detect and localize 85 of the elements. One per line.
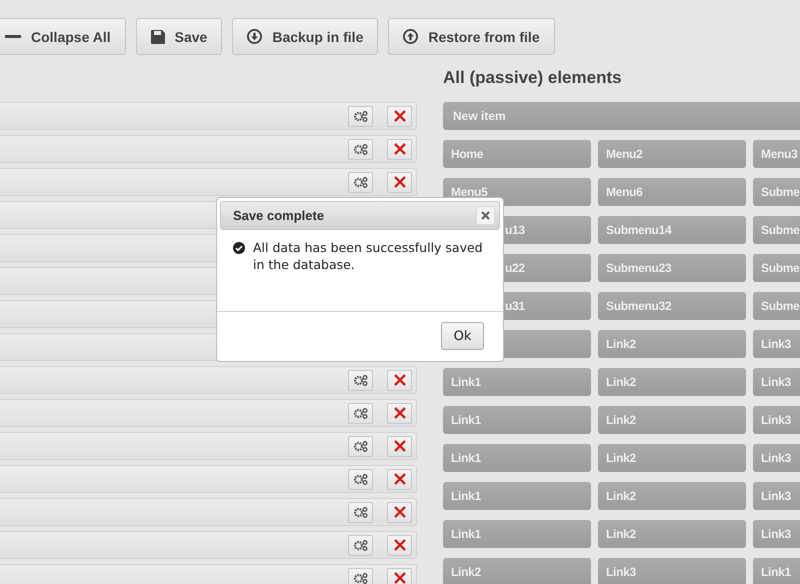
element-tile[interactable]: Subme bbox=[753, 216, 800, 244]
settings-button[interactable] bbox=[348, 468, 373, 490]
element-tile[interactable]: Submenu32 bbox=[598, 292, 746, 320]
gears-icon bbox=[354, 572, 368, 584]
element-tile[interactable]: Link3 bbox=[753, 330, 800, 358]
element-tile[interactable]: Link3 bbox=[753, 482, 800, 510]
toolbar-button[interactable]: Backup in file bbox=[232, 18, 378, 55]
element-tile[interactable]: Link2 bbox=[443, 558, 591, 584]
check-circle-icon bbox=[233, 242, 245, 254]
element-tile[interactable]: Link3 bbox=[753, 406, 800, 434]
new-item-element[interactable]: New item bbox=[443, 102, 800, 130]
element-tile[interactable]: Link2 bbox=[598, 520, 746, 548]
element-tile[interactable]: Subme bbox=[753, 292, 800, 320]
element-tile[interactable]: Link3 bbox=[753, 444, 800, 472]
gears-icon bbox=[354, 144, 368, 154]
gears-icon bbox=[354, 110, 368, 122]
close-icon bbox=[394, 110, 406, 122]
gears-icon bbox=[354, 408, 368, 418]
element-tile[interactable]: Link2 bbox=[598, 444, 746, 472]
element-tile[interactable]: Link1 bbox=[443, 368, 591, 396]
delete-button[interactable] bbox=[387, 502, 412, 522]
element-tile[interactable]: Menu6 bbox=[598, 178, 746, 206]
element-tile[interactable]: Link1 bbox=[443, 520, 591, 548]
settings-button[interactable] bbox=[348, 568, 373, 584]
delete-button[interactable] bbox=[387, 370, 412, 390]
gears-icon bbox=[354, 540, 368, 550]
element-tile[interactable]: Menu2 bbox=[598, 140, 746, 168]
element-tile[interactable]: Subme bbox=[753, 254, 800, 282]
gears-icon bbox=[354, 440, 368, 452]
toolbar-button[interactable]: Save bbox=[136, 18, 222, 55]
settings-button[interactable] bbox=[348, 106, 373, 126]
close-button[interactable] bbox=[476, 206, 495, 225]
element-tile[interactable]: Link2 bbox=[598, 406, 746, 434]
close-icon bbox=[394, 473, 406, 485]
delete-button[interactable] bbox=[387, 138, 412, 160]
gears-icon bbox=[354, 474, 368, 484]
dialog-title: Save complete bbox=[233, 208, 324, 223]
element-tile[interactable]: Menu3 bbox=[753, 140, 800, 168]
settings-button[interactable] bbox=[348, 402, 373, 424]
settings-button[interactable] bbox=[348, 534, 373, 556]
close-icon bbox=[394, 176, 406, 188]
delete-button[interactable] bbox=[387, 534, 412, 556]
delete-button[interactable] bbox=[387, 468, 412, 490]
up-arrow-circle-icon bbox=[403, 29, 418, 44]
delete-button[interactable] bbox=[387, 402, 412, 424]
element-tile[interactable]: Submenu14 bbox=[598, 216, 746, 244]
settings-button[interactable] bbox=[348, 172, 373, 192]
toolbar-button[interactable]: Restore from file bbox=[388, 18, 555, 55]
settings-button[interactable] bbox=[348, 370, 373, 390]
down-arrow-circle-icon bbox=[247, 29, 262, 44]
close-icon bbox=[394, 143, 406, 155]
minus-icon bbox=[5, 34, 21, 38]
close-icon bbox=[394, 506, 406, 518]
gears-icon bbox=[354, 506, 368, 518]
gears-icon bbox=[354, 176, 368, 188]
settings-button[interactable] bbox=[348, 138, 373, 160]
element-tile[interactable]: Link3 bbox=[753, 520, 800, 548]
element-tile[interactable]: Link3 bbox=[753, 368, 800, 396]
element-tile[interactable]: Subme bbox=[753, 178, 800, 206]
element-tile[interactable]: Home bbox=[443, 140, 591, 168]
element-tile[interactable]: Link1 bbox=[443, 406, 591, 434]
section-heading: All (passive) elements bbox=[443, 68, 623, 88]
element-tile[interactable]: Submenu23 bbox=[598, 254, 746, 282]
element-tile[interactable]: Link3 bbox=[598, 558, 746, 584]
close-icon bbox=[481, 211, 490, 220]
delete-button[interactable] bbox=[387, 106, 412, 126]
element-tile[interactable]: Link1 bbox=[753, 558, 800, 584]
gears-icon bbox=[354, 374, 368, 386]
close-icon bbox=[394, 539, 406, 551]
close-icon bbox=[394, 407, 406, 419]
delete-button[interactable] bbox=[387, 172, 412, 192]
element-tile[interactable]: Link2 bbox=[598, 368, 746, 396]
element-tile[interactable]: Link2 bbox=[598, 482, 746, 510]
element-tile[interactable]: Link2 bbox=[598, 330, 746, 358]
close-icon bbox=[394, 440, 406, 452]
element-tile[interactable]: Link1 bbox=[443, 444, 591, 472]
settings-button[interactable] bbox=[348, 436, 373, 456]
element-tile[interactable]: Link1 bbox=[443, 482, 591, 510]
delete-button[interactable] bbox=[387, 568, 412, 584]
ok-button[interactable]: Ok bbox=[441, 322, 484, 350]
settings-button[interactable] bbox=[348, 502, 373, 522]
close-icon bbox=[394, 374, 406, 386]
delete-button[interactable] bbox=[387, 436, 412, 456]
toolbar-button[interactable]: Collapse All bbox=[0, 18, 126, 55]
close-icon bbox=[394, 572, 406, 584]
